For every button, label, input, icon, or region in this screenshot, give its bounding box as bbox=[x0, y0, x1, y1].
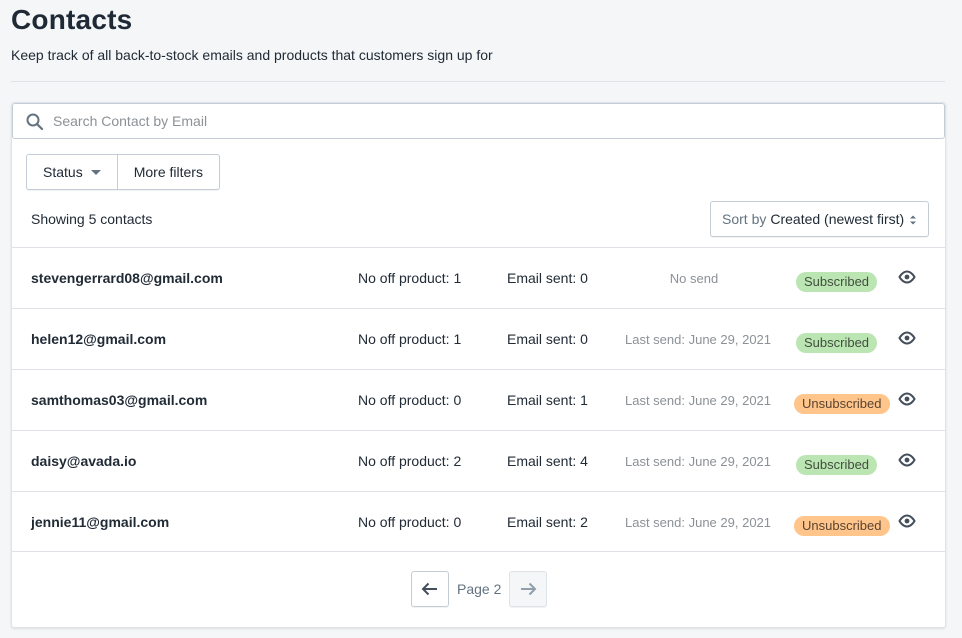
contacts-list: stevengerrard08@gmail.com No off product… bbox=[12, 247, 945, 552]
contact-email-sent: Email sent: 4 bbox=[507, 453, 588, 469]
sort-arrows-icon bbox=[910, 215, 916, 225]
contact-email: daisy@avada.io bbox=[31, 453, 137, 469]
filter-group: Status More filters bbox=[26, 154, 220, 190]
pagination: Page 2 bbox=[411, 571, 548, 607]
contact-email: samthomas03@gmail.com bbox=[31, 392, 208, 408]
contact-email-sent: Email sent: 0 bbox=[507, 270, 588, 286]
contacts-card: Status More filters Showing 5 contacts S… bbox=[11, 102, 946, 628]
contact-row[interactable]: jennie11@gmail.com No off product: 0 Ema… bbox=[12, 491, 945, 552]
previous-page-button[interactable] bbox=[411, 571, 449, 607]
next-page-button[interactable] bbox=[509, 571, 548, 607]
contact-last-send: Last send: June 29, 2021 bbox=[625, 515, 772, 530]
contact-email: helen12@gmail.com bbox=[31, 331, 167, 347]
eye-icon[interactable] bbox=[898, 514, 916, 528]
contact-product-count: No off product: 0 bbox=[358, 514, 462, 530]
contact-last-send: Last send: June 29, 2021 bbox=[625, 393, 772, 408]
contact-product-count: No off product: 1 bbox=[358, 270, 462, 286]
search-icon bbox=[26, 113, 44, 131]
contact-row[interactable]: stevengerrard08@gmail.com No off product… bbox=[12, 247, 945, 308]
contact-email-sent: Email sent: 0 bbox=[507, 331, 588, 347]
sort-select[interactable]: Sort by Created (newest first) bbox=[710, 201, 929, 237]
status-badge: Subscribed bbox=[796, 333, 878, 353]
caret-down-icon bbox=[90, 169, 101, 175]
contact-last-send: No send bbox=[669, 271, 719, 286]
status-badge: Unsubscribed bbox=[794, 516, 890, 536]
contact-email-sent: Email sent: 2 bbox=[507, 514, 588, 530]
arrow-left-icon bbox=[421, 582, 437, 596]
status-badge: Subscribed bbox=[796, 272, 878, 292]
sort-value: Created (newest first) bbox=[770, 211, 905, 227]
page-indicator: Page 2 bbox=[457, 581, 502, 597]
more-filters-button[interactable]: More filters bbox=[116, 155, 219, 189]
contact-row[interactable]: helen12@gmail.com No off product: 1 Emai… bbox=[12, 308, 945, 369]
contact-row[interactable]: samthomas03@gmail.com No off product: 0 … bbox=[12, 369, 945, 430]
contact-email-sent: Email sent: 1 bbox=[507, 392, 588, 408]
contact-product-count: No off product: 2 bbox=[358, 453, 462, 469]
contact-email: stevengerrard08@gmail.com bbox=[31, 270, 223, 286]
search-input[interactable] bbox=[53, 105, 933, 137]
contact-last-send: Last send: June 29, 2021 bbox=[625, 332, 772, 347]
eye-icon[interactable] bbox=[898, 270, 916, 284]
contact-email: jennie11@gmail.com bbox=[31, 514, 170, 530]
contact-row[interactable]: daisy@avada.io No off product: 2 Email s… bbox=[12, 430, 945, 491]
status-badge: Subscribed bbox=[796, 455, 878, 475]
eye-icon[interactable] bbox=[898, 453, 916, 467]
contact-last-send: Last send: June 29, 2021 bbox=[625, 454, 772, 469]
header-divider bbox=[11, 81, 945, 82]
eye-icon[interactable] bbox=[898, 331, 916, 345]
page-subtitle: Keep track of all back-to-stock emails a… bbox=[11, 47, 493, 63]
eye-icon[interactable] bbox=[898, 392, 916, 406]
contacts-count: Showing 5 contacts bbox=[31, 211, 153, 227]
arrow-right-icon bbox=[521, 582, 537, 596]
status-filter-label: Status bbox=[43, 164, 83, 180]
page-title: Contacts bbox=[11, 4, 133, 35]
status-badge: Unsubscribed bbox=[794, 394, 890, 414]
search-box[interactable] bbox=[12, 103, 945, 139]
contact-product-count: No off product: 1 bbox=[358, 331, 462, 347]
contact-product-count: No off product: 0 bbox=[358, 392, 462, 408]
sort-label: Sort by bbox=[722, 211, 767, 227]
status-filter-button[interactable]: Status bbox=[27, 155, 117, 189]
